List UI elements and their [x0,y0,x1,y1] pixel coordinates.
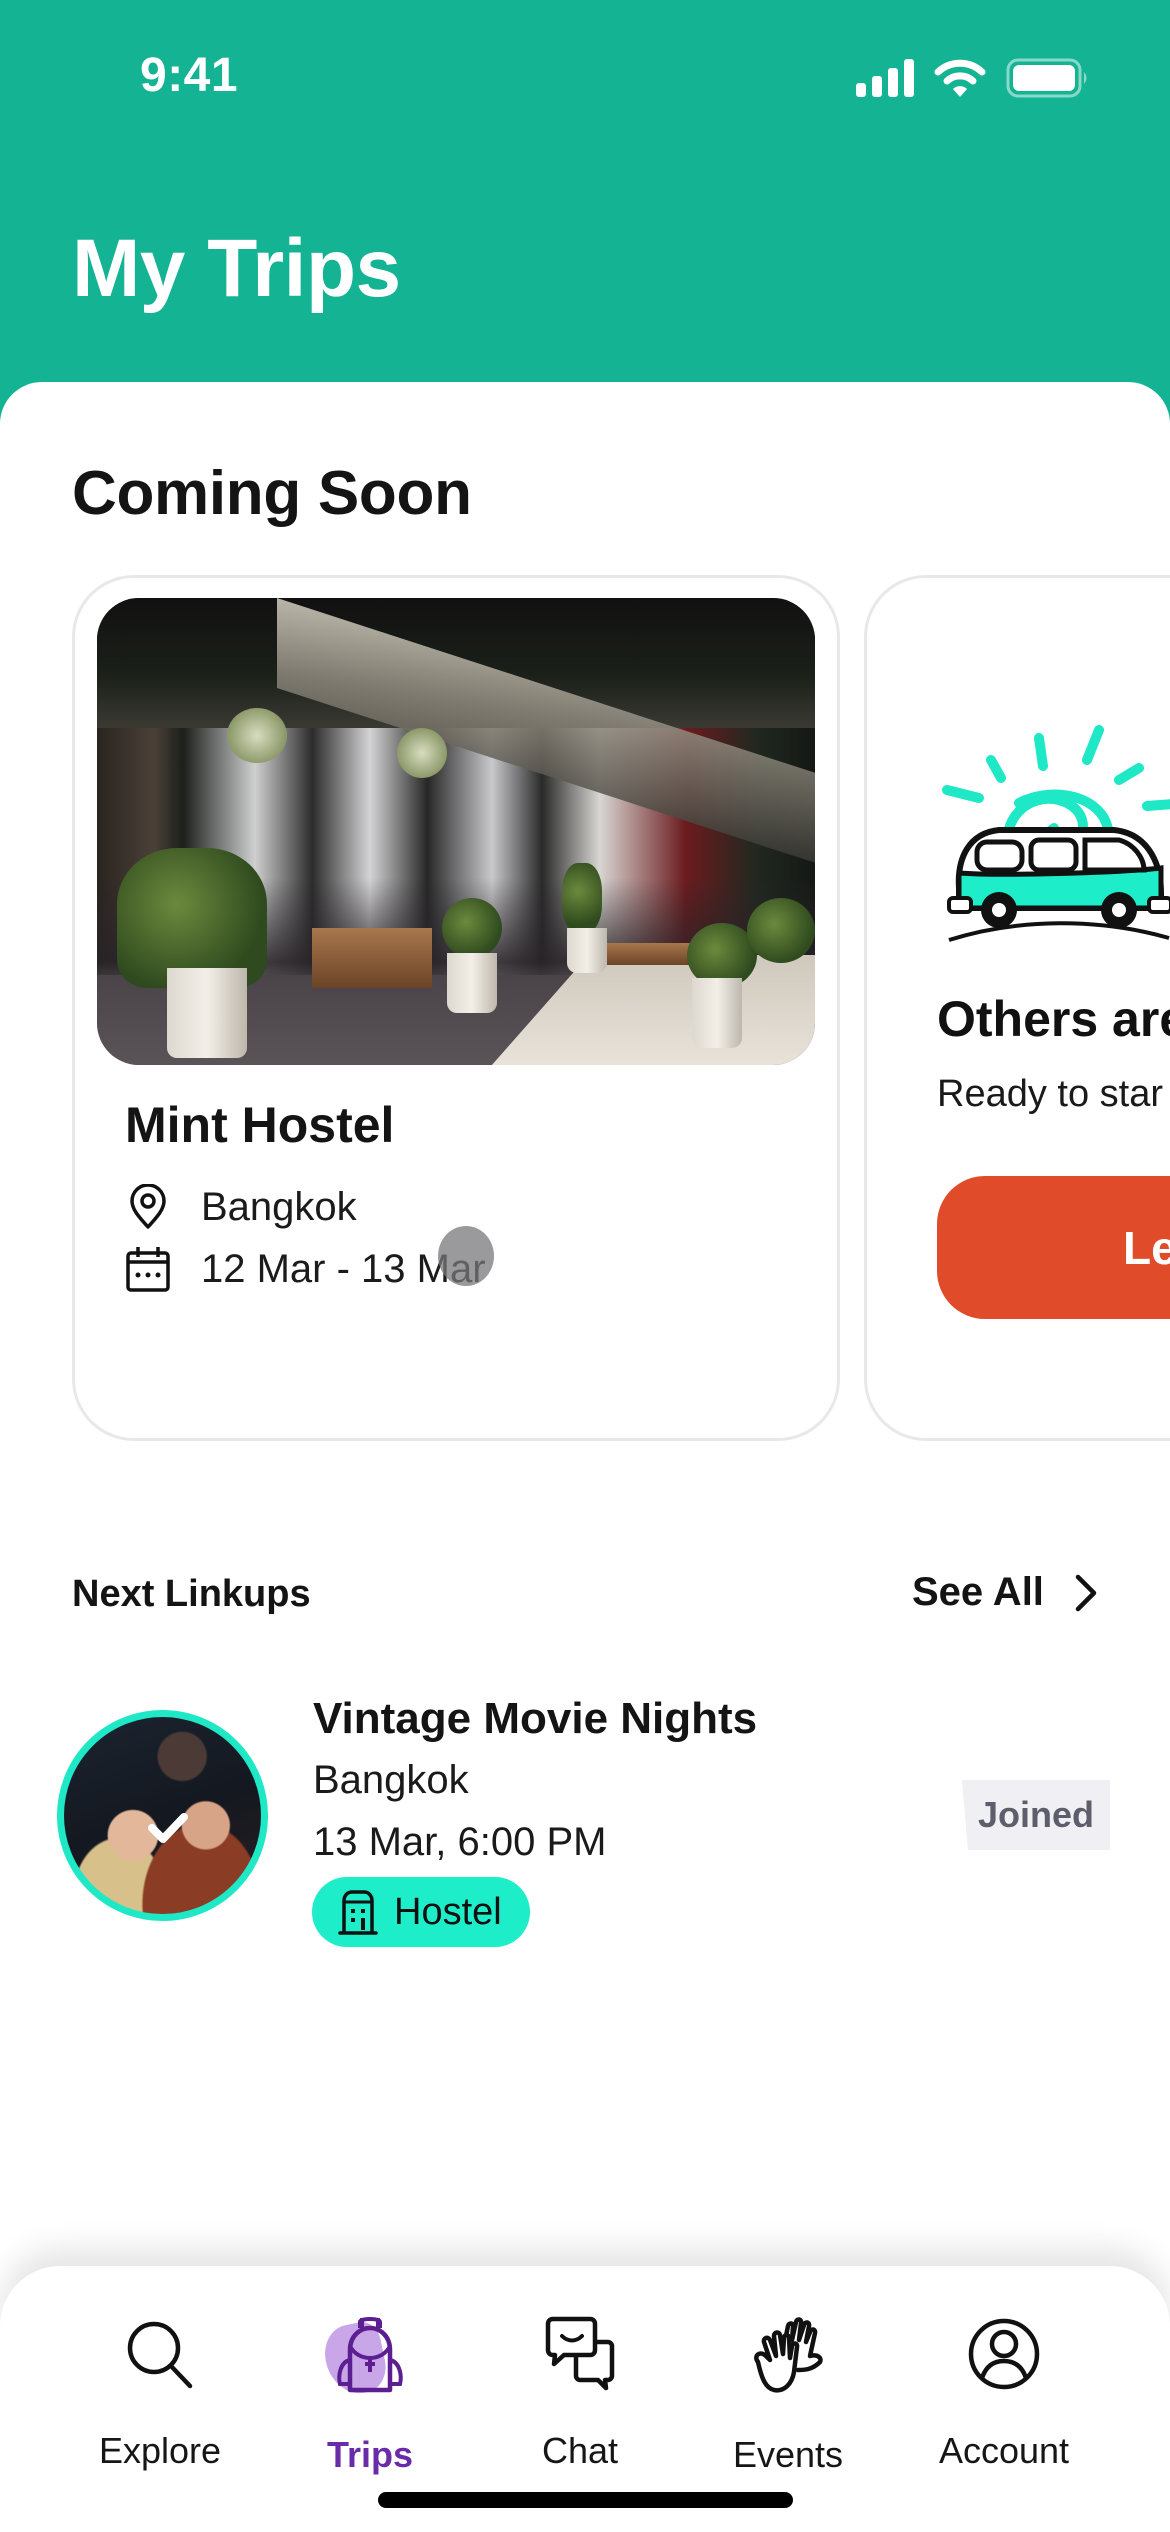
high-five-icon [748,2316,828,2396]
trip-location: Bangkok [201,1184,357,1229]
tab-events[interactable]: Events [698,2316,878,2475]
tab-label: Events [732,2434,844,2475]
chat-bubbles-icon [540,2316,620,2392]
joined-status-badge[interactable]: Joined [962,1780,1110,1850]
linkup-list-item[interactable]: Vintage Movie Nights Bangkok 13 Mar, 6:0… [0,1682,1170,1962]
camper-van-illustration [942,725,1170,942]
trip-card[interactable]: Mint Hostel Bangkok 12 Mar - 13 Mar [72,575,840,1441]
tab-chat[interactable]: Chat [490,2316,670,2471]
trip-location-row: Bangkok [123,1182,357,1232]
status-time: 9:41 [140,49,239,102]
promo-cta-button[interactable]: Le [937,1176,1170,1319]
tab-label: Explore [98,2430,222,2471]
wifi-icon [934,59,986,97]
linkup-type-label: Hostel [394,1890,502,1933]
battery-icon [1006,58,1087,98]
calendar-icon [123,1244,173,1294]
home-indicator[interactable] [378,2492,793,2508]
user-circle-icon [964,2316,1044,2392]
linkup-datetime: 13 Mar, 6:00 PM [313,1820,607,1864]
tab-account[interactable]: Account [914,2316,1094,2471]
tab-explore[interactable]: Explore [70,2316,250,2471]
tab-label: Account [938,2430,1070,2471]
promo-subtitle: Ready to star [937,1073,1163,1115]
checkmark-icon [148,1813,188,1843]
trip-date-row: 12 Mar - 13 Mar [123,1244,486,1294]
hostel-photo [97,598,815,1065]
promo-title: Others are [937,991,1170,1047]
main-panel: Coming Soon Mint Hostel Bangkok 12 Mar -… [0,382,1170,2532]
tab-label: Trips [326,2434,414,2475]
linkup-type-badge: Hostel [312,1877,530,1947]
tab-label: Chat [541,2430,619,2471]
building-icon [338,1890,378,1935]
backpack-icon [319,2316,410,2400]
page-title: My Trips [72,223,401,314]
bottom-tab-bar: Explore Trips Chat Events Account [0,2266,1170,2532]
next-linkups-title: Next Linkups [72,1573,311,1615]
map-pin-icon [123,1182,173,1232]
tab-trips[interactable]: Trips [280,2316,460,2475]
see-all-link[interactable]: See All [912,1570,1098,1615]
linkup-avatar [57,1710,268,1921]
status-icons [856,58,1090,98]
linkup-city: Bangkok [313,1758,469,1802]
touch-indicator [438,1226,494,1286]
chevron-right-icon [1075,1574,1097,1611]
signal-icon [856,59,914,97]
coming-soon-title: Coming Soon [72,459,472,528]
linkup-title: Vintage Movie Nights [313,1694,758,1743]
search-icon [120,2316,200,2392]
see-all-label: See All [912,1570,1044,1614]
promo-card[interactable]: Others are Ready to star Le [864,575,1170,1441]
trip-name: Mint Hostel [125,1097,395,1153]
